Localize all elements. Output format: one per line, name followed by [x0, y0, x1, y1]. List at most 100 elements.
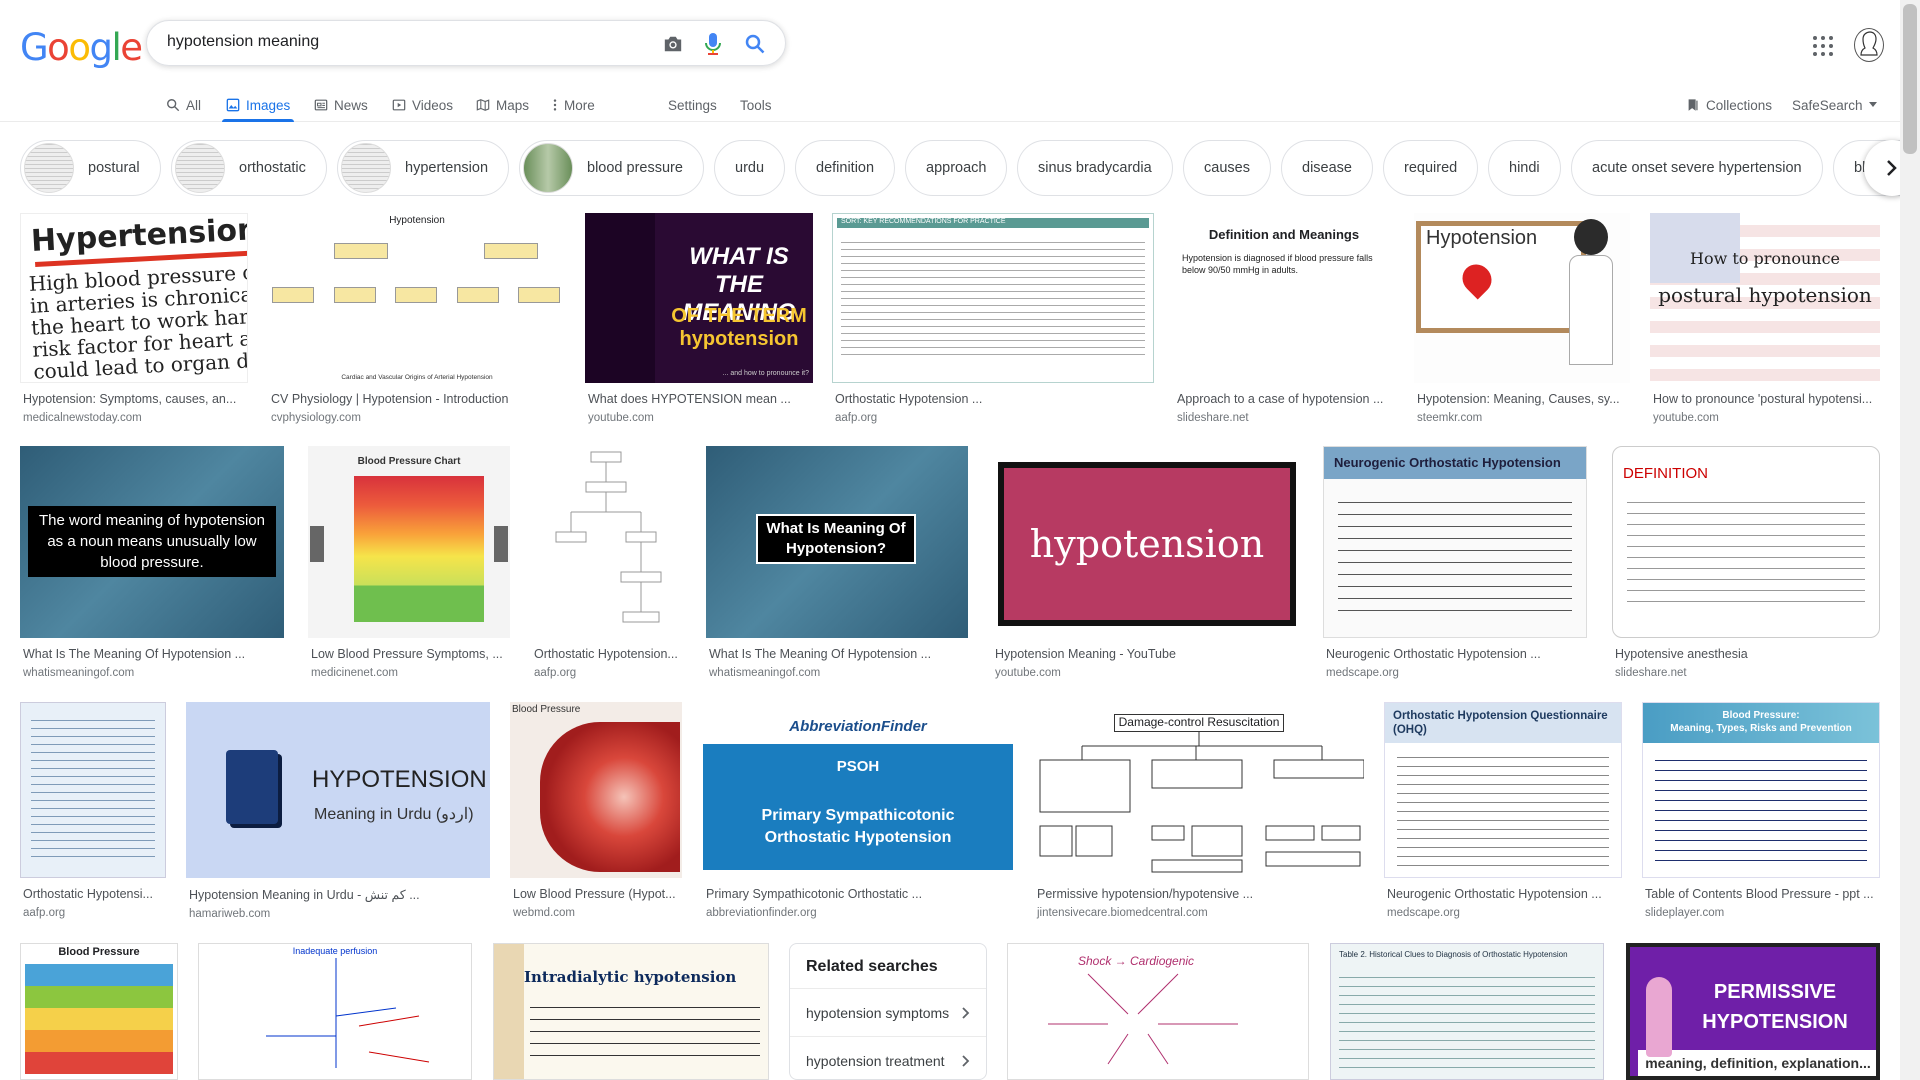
result-thumbnail[interactable]: Blood Pressure: Meaning, Types, Risks and… [1642, 702, 1880, 878]
result-title[interactable]: CV Physiology | Hypotension - Introducti… [268, 392, 566, 406]
apps-grid-icon[interactable] [1810, 33, 1834, 57]
result-title[interactable]: What does HYPOTENSION mean ... [585, 392, 813, 406]
image-result[interactable]: Blood Pressure: Meaning, Types, Risks and… [1642, 702, 1880, 919]
safesearch-menu[interactable]: SafeSearch [1792, 90, 1877, 120]
chip[interactable]: approach [905, 140, 1008, 196]
result-title[interactable]: Low Blood Pressure (Hypot... [510, 887, 682, 901]
result-source[interactable]: aafp.org [531, 667, 685, 679]
page-scrollbar[interactable] [1900, 0, 1920, 1080]
result-thumbnail[interactable]: DEFINITION [1612, 446, 1880, 638]
result-title[interactable]: How to pronounce 'postural hypotensi... [1650, 392, 1880, 406]
image-result[interactable]: AbbreviationFinder PSOH Primary Sympathi… [703, 702, 1013, 919]
image-result[interactable]: Table 2. Historical Clues to Diagnosis o… [1330, 943, 1604, 1080]
result-thumbnail[interactable]: HYPOTENSION Meaning in Urdu (اردو) [186, 702, 490, 878]
chip[interactable]: hypertension [337, 140, 510, 196]
result-source[interactable]: slideshare.net [1174, 412, 1394, 424]
result-thumbnail[interactable]: Table 2. Historical Clues to Diagnosis o… [1330, 943, 1604, 1080]
chip[interactable]: sinus bradycardia [1017, 140, 1173, 196]
result-thumbnail[interactable]: AbbreviationFinder PSOH Primary Sympathi… [703, 702, 1013, 878]
chip[interactable]: disease [1281, 140, 1373, 196]
result-source[interactable]: slideplayer.com [1642, 907, 1880, 919]
tab-tools[interactable]: Tools [740, 90, 772, 120]
result-title[interactable]: Primary Sympathicotonic Orthostatic ... [703, 887, 1013, 901]
search-input[interactable] [167, 33, 637, 51]
image-result[interactable]: Hypotension Hypotension: Meaning, Causes… [1414, 213, 1630, 424]
result-title[interactable]: Hypotension: Symptoms, causes, an... [20, 392, 248, 406]
image-result[interactable]: How to pronounce postural hypotension Ho… [1650, 213, 1880, 424]
tab-videos[interactable]: Videos [392, 90, 453, 120]
result-thumbnail[interactable]: Blood Pressure [510, 702, 682, 878]
result-thumbnail[interactable] [20, 702, 166, 878]
result-thumbnail[interactable]: Shock → Cardiogenic [1007, 943, 1309, 1080]
account-avatar[interactable] [1854, 28, 1884, 62]
chip[interactable]: blood pressure [519, 140, 704, 196]
image-result[interactable]: HYPOTENSION Meaning in Urdu (اردو) Hypot… [186, 702, 490, 920]
result-source[interactable]: youtube.com [585, 412, 813, 424]
result-title[interactable]: Hypotension Meaning in Urdu - کم تنش ... [186, 887, 490, 902]
tab-settings[interactable]: Settings [668, 90, 717, 120]
image-result[interactable]: Orthostatic Hypotensi... aafp.org [20, 702, 166, 919]
result-title[interactable]: Hypotension: Meaning, Causes, sy... [1414, 392, 1630, 406]
result-source[interactable]: cvphysiology.com [268, 412, 566, 424]
tab-news[interactable]: News [314, 90, 368, 120]
result-source[interactable]: steemkr.com [1414, 412, 1630, 424]
image-result[interactable]: Inadequate perfusion [198, 943, 472, 1080]
result-title[interactable]: Orthostatic Hypotension ... [832, 392, 1154, 406]
result-thumbnail[interactable]: The word meaning of hypotension as a nou… [20, 446, 284, 638]
result-thumbnail[interactable]: WHAT IS THE MEANING OF THE TERM hypotens… [585, 213, 813, 383]
image-result[interactable]: Blood Pressure [20, 943, 178, 1080]
image-result[interactable]: Hypotension Cardiac and Vascular Origins… [268, 213, 566, 424]
image-result[interactable]: The word meaning of hypotension as a nou… [20, 446, 284, 679]
chip[interactable]: acute onset severe hypertension [1571, 140, 1823, 196]
result-source[interactable]: aafp.org [20, 907, 166, 919]
image-result[interactable]: WHAT IS THE MEANING OF THE TERM hypotens… [585, 213, 813, 424]
chip[interactable]: required [1383, 140, 1479, 196]
image-result[interactable]: Blood Pressure Chart Low Blood Pressure … [308, 446, 510, 679]
tab-more[interactable]: More [552, 90, 595, 120]
image-result[interactable]: DEFINITION Hypotensive anesthesia slides… [1612, 446, 1880, 679]
result-source[interactable]: hamariweb.com [186, 908, 490, 920]
scrollbar-thumb[interactable] [1903, 4, 1917, 154]
chip[interactable]: orthostatic [171, 140, 327, 196]
chip[interactable]: hindi [1488, 140, 1561, 196]
result-thumbnail[interactable]: SORT: KEY RECOMMENDATIONS FOR PRACTICE [832, 213, 1154, 383]
camera-icon[interactable] [661, 32, 685, 56]
result-source[interactable]: medicinenet.com [308, 667, 510, 679]
result-title[interactable]: Neurogenic Orthostatic Hypotension ... [1323, 647, 1587, 661]
result-title[interactable]: Hypotension Meaning - YouTube [992, 647, 1298, 661]
result-source[interactable]: aafp.org [832, 412, 1154, 424]
result-title[interactable]: Hypotensive anesthesia [1612, 647, 1880, 661]
result-thumbnail[interactable]: Inadequate perfusion [198, 943, 472, 1080]
microphone-icon[interactable] [701, 32, 725, 56]
result-title[interactable]: What Is The Meaning Of Hypotension ... [20, 647, 284, 661]
result-title[interactable]: Approach to a case of hypotension ... [1174, 392, 1394, 406]
result-source[interactable]: medicalnewstoday.com [20, 412, 248, 424]
search-box[interactable] [146, 20, 786, 66]
related-search-item[interactable]: hypotension treatment [790, 1037, 986, 1079]
result-title[interactable]: Orthostatic Hypotensi... [20, 887, 166, 901]
result-title[interactable]: What Is The Meaning Of Hypotension ... [706, 647, 968, 661]
tab-all[interactable]: All [166, 90, 201, 120]
image-result[interactable]: Orthostatic Hypotension Questionnaire (O… [1384, 702, 1622, 919]
image-result[interactable]: Hypertension High blood pressure or h in… [20, 213, 248, 424]
result-thumbnail[interactable]: Damage-control Resuscitation [1034, 702, 1364, 878]
image-result[interactable]: Shock → Cardiogenic [1007, 943, 1309, 1080]
result-thumbnail[interactable]: hypotension [992, 446, 1298, 638]
chip[interactable]: causes [1183, 140, 1271, 196]
image-result[interactable]: What Is Meaning Of Hypotension? What Is … [706, 446, 968, 679]
chip[interactable]: postural [20, 140, 161, 196]
result-thumbnail[interactable]: How to pronounce postural hypotension [1650, 213, 1880, 383]
tab-images[interactable]: Images [221, 90, 295, 122]
result-title[interactable]: Orthostatic Hypotension... [531, 647, 685, 661]
result-thumbnail[interactable]: Blood Pressure [20, 943, 178, 1080]
google-logo[interactable]: Google [20, 26, 143, 69]
result-thumbnail[interactable]: What Is Meaning Of Hypotension? [706, 446, 968, 638]
collections-link[interactable]: Collections [1686, 90, 1772, 120]
result-thumbnail[interactable]: Blood Pressure Chart [308, 446, 510, 638]
result-source[interactable]: medscape.org [1323, 667, 1587, 679]
result-thumbnail[interactable]: Hypotension [1414, 213, 1630, 383]
result-source[interactable]: whatismeaningof.com [706, 667, 968, 679]
result-thumbnail[interactable]: Orthostatic Hypotension Questionnaire (O… [1384, 702, 1622, 878]
result-title[interactable]: Low Blood Pressure Symptoms, ... [308, 647, 510, 661]
image-result[interactable]: Damage-control Resuscitation Permissive … [1034, 702, 1364, 919]
